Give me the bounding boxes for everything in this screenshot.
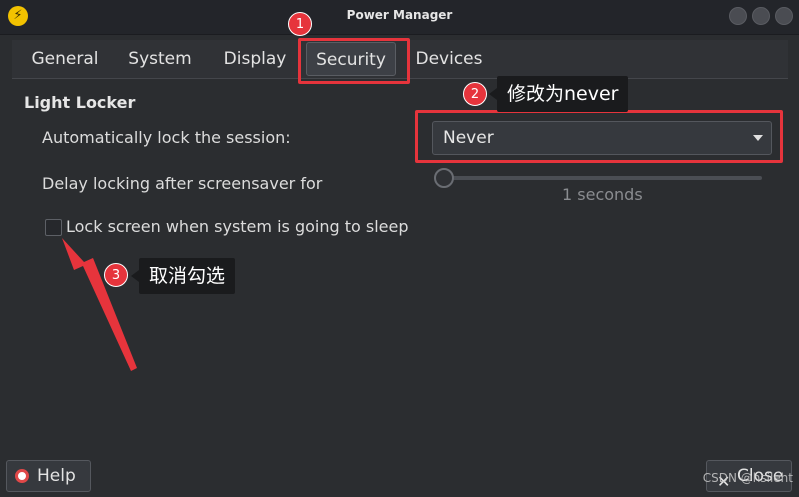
annotation-arrow <box>62 238 137 371</box>
arrow-icon <box>62 238 137 371</box>
